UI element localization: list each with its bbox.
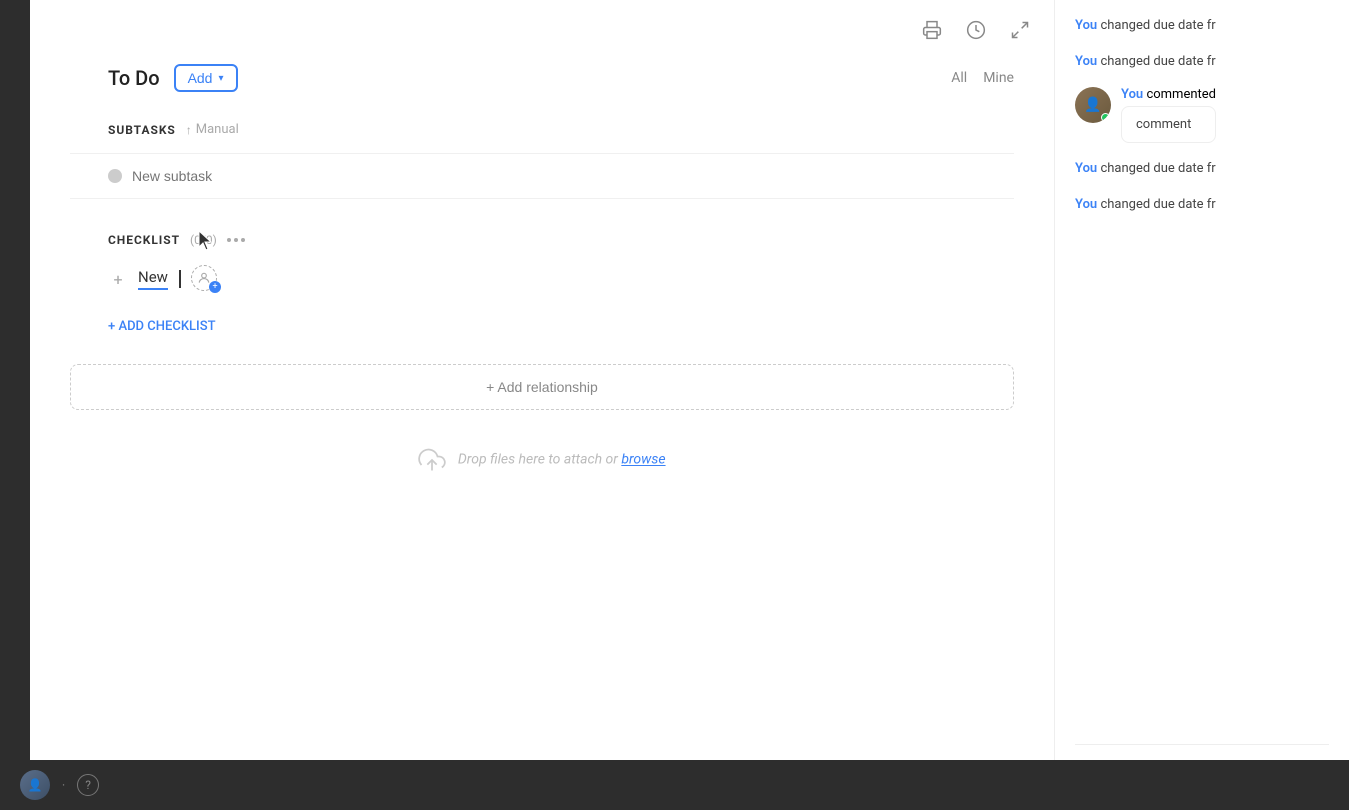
filter-all[interactable]: All <box>951 70 967 86</box>
comment-author: You <box>1121 87 1143 102</box>
online-indicator <box>1101 113 1110 122</box>
activity-item-4: You changed due date fr <box>1075 195 1329 215</box>
chevron-down-icon: ▾ <box>218 73 223 84</box>
subtasks-divider <box>70 153 1014 154</box>
subtasks-section: SUBTASKS ↑ Manual <box>70 112 1014 199</box>
comment-action: commented <box>1146 87 1216 102</box>
add-button-label: Add <box>188 70 213 86</box>
task-panel: To Do Add ▾ All Mine SUBTASKS <box>30 0 1054 810</box>
dot-3 <box>241 238 245 242</box>
add-checklist-link[interactable]: + ADD CHECKLIST <box>70 309 1014 344</box>
checklist-more-button[interactable] <box>227 238 245 242</box>
help-label: ? <box>85 778 91 792</box>
activity-spacer <box>1075 230 1329 744</box>
activity-text-1: changed due date fr <box>1100 18 1215 33</box>
dropzone-text: Drop files here to attach or <box>458 452 621 468</box>
task-title: To Do <box>108 66 160 90</box>
filter-mine[interactable]: Mine <box>983 70 1014 86</box>
browse-link[interactable]: browse <box>621 452 665 468</box>
subtasks-sort: ↑ Manual <box>186 122 239 137</box>
relationship-button-label: + Add relationship <box>486 379 598 395</box>
bottom-avatar-img: 👤 <box>20 770 50 800</box>
subtasks-bottom-divider <box>70 198 1014 199</box>
sort-label: Manual <box>196 122 239 137</box>
checklist-count: (0/0) <box>190 233 217 247</box>
upload-icon <box>418 446 446 474</box>
task-body: SUBTASKS ↑ Manual <box>30 112 1054 810</box>
subtasks-header: SUBTASKS ↑ Manual <box>70 112 1014 145</box>
assign-icon[interactable]: + <box>191 265 219 293</box>
content-area: To Do Add ▾ All Mine SUBTASKS <box>30 0 1349 810</box>
activity-item-1: You changed due date fr <box>1075 16 1329 36</box>
cursor-area: + New + <box>70 259 1014 309</box>
add-relationship-button[interactable]: + Add relationship <box>70 364 1014 410</box>
comment-text: comment <box>1136 117 1191 132</box>
comment-bubble: comment <box>1121 106 1216 143</box>
commenter-avatar: 👤 <box>1075 87 1111 123</box>
dot-2 <box>234 238 238 242</box>
checklist-section: CHECKLIST (0/0) + New <box>70 223 1014 344</box>
activity-author-1: You <box>1075 18 1097 33</box>
checklist-new-text: New <box>138 268 168 290</box>
activity-author-2: You <box>1075 54 1097 69</box>
add-button[interactable]: Add ▾ <box>174 64 238 92</box>
subtasks-title: SUBTASKS <box>108 123 176 137</box>
toolbar <box>30 0 1054 54</box>
task-title-area: To Do Add ▾ <box>108 64 238 92</box>
activity-item-3: You changed due date fr <box>1075 159 1329 179</box>
subtask-bullet <box>108 169 122 183</box>
bottom-bar: 👤 · ? <box>0 760 1349 810</box>
sort-up-icon: ↑ <box>186 123 192 137</box>
sidebar-strip <box>0 0 30 810</box>
print-icon[interactable] <box>918 16 946 44</box>
add-checklist-label: + ADD CHECKLIST <box>108 319 216 334</box>
activity-text-2: changed due date fr <box>1100 54 1215 69</box>
checklist-item-row: + New + <box>70 259 1014 299</box>
dot-1 <box>227 238 231 242</box>
help-icon[interactable]: ? <box>77 774 99 796</box>
subtask-input-row <box>70 162 1014 190</box>
bottom-spacer: · <box>62 778 65 792</box>
assign-plus-icon: + <box>209 281 221 293</box>
task-filters: All Mine <box>951 70 1014 86</box>
checklist-header: CHECKLIST (0/0) <box>70 223 1014 259</box>
activity-author-4: You <box>1075 197 1097 212</box>
activity-text-3: changed due date fr <box>1100 161 1215 176</box>
expand-icon[interactable] <box>1006 16 1034 44</box>
add-item-icon[interactable]: + <box>108 269 128 289</box>
subtask-input[interactable] <box>132 168 313 184</box>
comment-block: 👤 You commented comment <box>1075 87 1329 143</box>
comment-header: You commented <box>1121 87 1216 102</box>
task-header: To Do Add ▾ All Mine <box>30 54 1054 112</box>
bottom-avatar: 👤 <box>20 770 50 800</box>
activity-text-4: changed due date fr <box>1100 197 1215 212</box>
checklist-title: CHECKLIST <box>108 233 180 247</box>
activity-author-3: You <box>1075 161 1097 176</box>
text-cursor <box>179 270 181 288</box>
drop-zone: Drop files here to attach or browse <box>70 430 1014 490</box>
activity-panel: You changed due date fr You changed due … <box>1054 0 1349 810</box>
activity-item-2: You changed due date fr <box>1075 52 1329 72</box>
main-container: To Do Add ▾ All Mine SUBTASKS <box>0 0 1349 810</box>
comment-content: You commented comment <box>1121 87 1216 143</box>
history-icon[interactable] <box>962 16 990 44</box>
